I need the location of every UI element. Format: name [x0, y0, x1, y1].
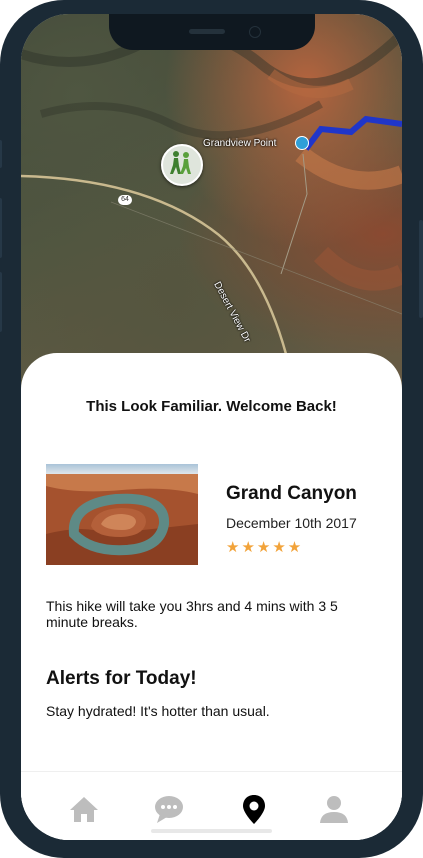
- volume-up-button: [0, 198, 2, 258]
- tab-profile[interactable]: [317, 792, 351, 826]
- rating-stars: ★★★★★: [226, 539, 304, 556]
- hike-date: December 10th 2017: [226, 515, 357, 531]
- hiking-marker[interactable]: [161, 144, 203, 186]
- route-shield: 64: [118, 195, 132, 205]
- poi-label: Grandview Point: [203, 138, 277, 149]
- tab-home[interactable]: [67, 792, 101, 826]
- front-camera: [249, 26, 261, 38]
- alerts-heading: Alerts for Today!: [46, 668, 197, 689]
- profile-icon: [320, 796, 348, 823]
- app-screen: Grandview Point 64 Desert View Dr This L…: [21, 14, 402, 840]
- canyon-photo: [46, 464, 198, 565]
- tab-messages[interactable]: [152, 792, 186, 826]
- alerts-message: Stay hydrated! It's hotter than usual.: [46, 703, 270, 719]
- device-notch: [109, 14, 315, 50]
- power-button: [419, 220, 423, 318]
- hikers-icon: [170, 151, 191, 174]
- tab-map[interactable]: [237, 792, 271, 826]
- home-icon: [70, 797, 98, 822]
- chat-icon: [155, 796, 183, 823]
- mute-switch: [0, 140, 2, 168]
- phone-frame: Grandview Point 64 Desert View Dr This L…: [0, 0, 423, 858]
- speaker-grill: [189, 29, 225, 34]
- map-pin-icon: [243, 795, 265, 824]
- volume-down-button: [0, 272, 2, 332]
- home-indicator[interactable]: [151, 829, 272, 833]
- hike-title: Grand Canyon: [226, 483, 357, 504]
- welcome-heading: This Look Familiar. Welcome Back!: [86, 398, 337, 415]
- hike-thumbnail[interactable]: [46, 464, 198, 565]
- bottom-sheet: This Look Familiar. Welcome Back! Grand …: [21, 353, 402, 840]
- hike-description: This hike will take you 3hrs and 4 mins …: [46, 598, 338, 630]
- poi-pin-icon[interactable]: [295, 136, 309, 150]
